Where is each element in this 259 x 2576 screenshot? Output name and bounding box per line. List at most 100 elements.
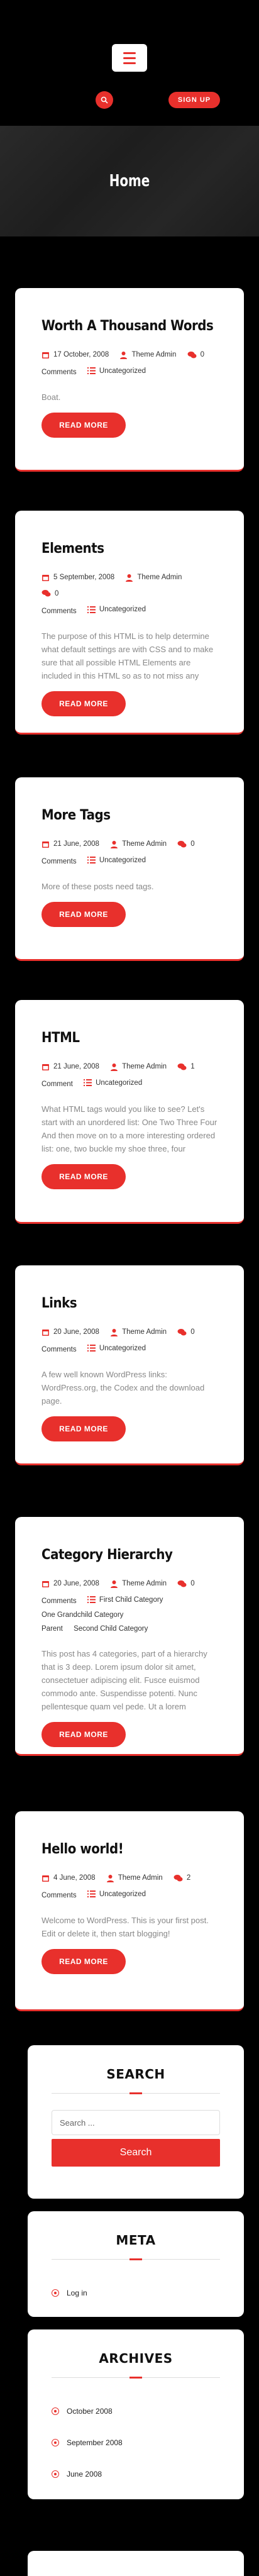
post-excerpt: Boat. [41,392,61,402]
calendar-icon [42,1063,49,1070]
post-title[interactable]: More Tags [41,808,200,823]
post-excerpt: A few well known WordPress links: WordPr… [41,1370,205,1406]
list-icon [84,1079,92,1086]
user-icon [111,840,118,848]
widget-title: ARCHIVES [99,2351,173,2366]
post-title[interactable]: Links [41,1296,200,1311]
site-header: SIGN UP [0,0,259,126]
post-card: Category Hierarchy 20 June, 2008 Theme A… [15,1517,244,1756]
post-date[interactable]: 20 June, 2008 [41,1577,99,1591]
post-date[interactable]: 4 June, 2008 [41,1871,96,1885]
meta-widget: META Log in [28,2211,244,2317]
post-date[interactable]: 17 October, 2008 [41,348,109,362]
list-icon [87,1890,96,1897]
list-icon [87,367,96,374]
post-date[interactable]: 5 September, 2008 [41,570,114,584]
post-author[interactable]: Theme Admin [110,1325,167,1339]
widget-title: SEARCH [106,2067,165,2082]
comments-icon [41,590,51,597]
post-comments[interactable]: 1 [177,1060,195,1074]
post-author[interactable]: Theme Admin [110,1060,167,1074]
archives-widget: ARCHIVES October 2008 September 2008 Jun… [28,2329,244,2499]
page-hero: Home [0,126,259,236]
post-comments-label[interactable]: Comment [41,1077,73,1091]
post-title[interactable]: Category Hierarchy [41,1547,200,1563]
post-comments-label[interactable]: Comments [41,855,77,869]
post-title[interactable]: Elements [41,541,200,557]
post-title[interactable]: Worth A Thousand Words [41,318,214,334]
archive-item[interactable]: June 2008 [52,2458,220,2490]
post-date[interactable]: 21 June, 2008 [41,837,99,851]
read-more-button[interactable]: READ MORE [41,1164,126,1189]
post-category-link[interactable]: Parent [41,1622,63,1636]
post-date[interactable]: 20 June, 2008 [41,1325,99,1339]
comments-icon [177,1580,187,1587]
post-meta: 20 June, 2008 Theme Admin 0 Comments Fir… [41,1577,218,1636]
post-meta: 21 June, 2008 Theme Admin 0 Comments Unc… [41,837,218,869]
bullet-icon [52,2407,59,2415]
post-comments[interactable]: 2 [174,1871,190,1885]
read-more-button[interactable]: READ MORE [41,1416,126,1441]
post-categories[interactable]: First Child Category [87,1593,163,1607]
post-card: HTML 21 June, 2008 Theme Admin 1 Comment… [15,1000,244,1224]
post-author[interactable]: Theme Admin [110,837,167,851]
calendar-icon [42,1329,49,1336]
page-title: Home [109,172,150,191]
post-comments-label[interactable]: Comments [41,1343,77,1357]
read-more-button[interactable]: READ MORE [41,1949,126,1974]
post-excerpt: Welcome to WordPress. This is your first… [41,1916,209,1938]
read-more-button[interactable]: READ MORE [41,902,126,927]
post-excerpt: What HTML tags would you like to see? Le… [41,1104,218,1153]
post-author[interactable]: Theme Admin [106,1871,163,1885]
post-categories[interactable]: Uncategorized [87,364,146,378]
post-categories[interactable]: Uncategorized [87,602,146,616]
post-author[interactable]: Theme Admin [125,570,182,584]
post-comments-label[interactable]: Comments [41,604,77,618]
calendar-icon [42,841,49,848]
post-categories[interactable]: Uncategorized [87,1341,146,1355]
calendar-icon [42,1875,49,1882]
post-meta: 21 June, 2008 Theme Admin 1 Comment Unca… [41,1060,218,1091]
post-comments[interactable]: 0 [177,837,195,851]
calendar-icon [42,1580,49,1587]
signup-button[interactable]: SIGN UP [168,92,220,108]
post-comments[interactable]: 0 [177,1577,195,1591]
read-more-button[interactable]: READ MORE [41,413,126,438]
post-category-link[interactable]: One Grandchild Category [41,1608,123,1622]
post-comments-label[interactable]: Comments [41,1889,77,1902]
bullet-icon [52,2289,59,2297]
meta-list: Log in [52,2277,220,2309]
list-icon [87,1596,96,1603]
post-comments[interactable]: 0 [41,587,58,601]
post-author[interactable]: Theme Admin [110,1577,167,1591]
menu-toggle-button[interactable] [112,44,147,72]
post-title[interactable]: HTML [41,1030,200,1046]
post-comments-label[interactable]: Comments [41,365,77,379]
post-date[interactable]: 21 June, 2008 [41,1060,99,1074]
user-icon [111,1580,118,1588]
meta-item-login[interactable]: Log in [52,2277,220,2309]
post-categories[interactable]: Uncategorized [87,1887,146,1901]
archive-item[interactable]: October 2008 [52,2396,220,2427]
search-submit-button[interactable]: Search [52,2139,220,2167]
read-more-button[interactable]: READ MORE [41,1722,126,1747]
post-meta: 20 June, 2008 Theme Admin 0 Comments Unc… [41,1325,218,1357]
calendar-icon [42,352,49,358]
search-button[interactable] [96,91,113,109]
post-category-link[interactable]: Second Child Category [74,1622,148,1636]
post-comments-label[interactable]: Comments [41,1594,77,1608]
post-author[interactable]: Theme Admin [119,348,176,362]
post-excerpt: More of these posts need tags. [41,882,154,891]
post-meta: 5 September, 2008 Theme Admin 0 Comments… [41,570,218,618]
next-widget [28,2551,244,2576]
read-more-button[interactable]: READ MORE [41,691,126,716]
post-comments[interactable]: 0 [187,348,204,362]
post-categories[interactable]: Uncategorized [84,1076,142,1090]
widget-divider [52,2258,220,2260]
post-comments[interactable]: 0 [177,1325,195,1339]
post-categories[interactable]: Uncategorized [87,853,146,867]
search-input[interactable]: Search ... [52,2110,220,2135]
archive-item[interactable]: September 2008 [52,2427,220,2458]
post-title[interactable]: Hello world! [41,1841,200,1857]
user-icon [120,351,128,359]
